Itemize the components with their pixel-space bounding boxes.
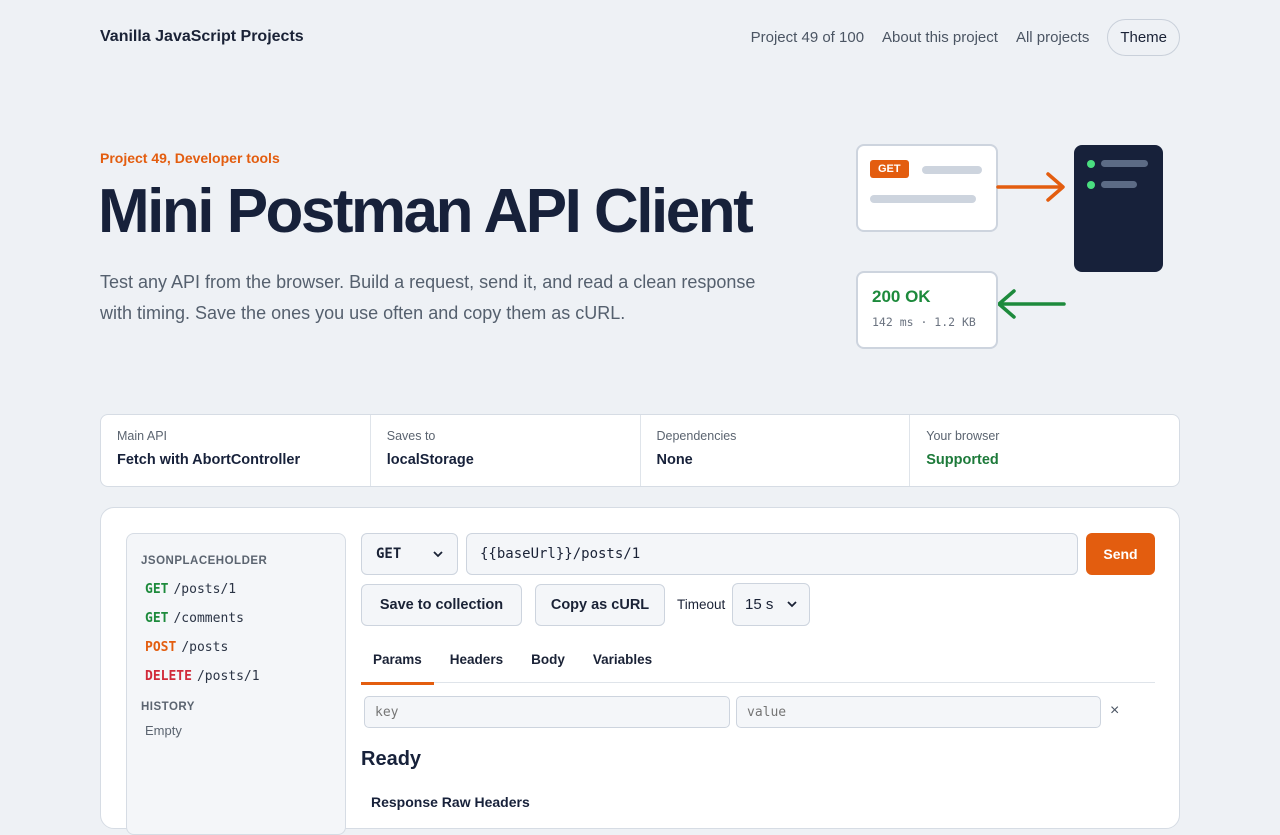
hero-description: Test any API from the browser. Build a r… (100, 272, 756, 323)
method-label: GET (145, 611, 169, 626)
param-value-input[interactable] (736, 696, 1101, 728)
collection-item[interactable]: GET/comments (145, 610, 244, 626)
brand-title[interactable]: Vanilla JavaScript Projects (100, 28, 304, 46)
info-value: Supported (926, 452, 999, 468)
response-meta: 142 ms · 1.2 KB (872, 315, 976, 329)
tab-variables[interactable]: Variables (581, 645, 664, 682)
url-input[interactable] (466, 533, 1078, 575)
collection-item[interactable]: DELETE/posts/1 (145, 668, 260, 684)
about-link[interactable]: About this project (882, 29, 998, 46)
all-projects-link[interactable]: All projects (1016, 29, 1089, 46)
tab-body[interactable]: Body (519, 645, 577, 682)
collections-sidebar: JSONPLACEHOLDER GET/posts/1 GET/comments… (126, 533, 346, 835)
page-title: Mini Postman API Client (98, 177, 754, 246)
response-illustration-card: 200 OK 142 ms · 1.2 KB (856, 271, 998, 349)
request-illustration-card: GET (856, 144, 998, 232)
chevron-down-icon (433, 550, 443, 557)
remove-param-icon[interactable]: × (1110, 702, 1119, 720)
item-path: /comments (173, 611, 244, 626)
status-dot (1087, 181, 1095, 189)
item-path: /posts (181, 640, 229, 655)
method-label: DELETE (145, 669, 192, 684)
theme-button[interactable]: Theme (1107, 18, 1180, 56)
tab-headers[interactable]: Headers (438, 645, 515, 682)
placeholder-bar (870, 195, 976, 203)
method-label: GET (145, 582, 169, 597)
arrow-left-icon (997, 289, 1066, 319)
timeout-value: 15 s (745, 596, 774, 613)
info-browser: Your browser Supported (910, 415, 1179, 486)
method-select[interactable]: GET (361, 533, 458, 575)
server-icon (1074, 145, 1163, 272)
item-path: /posts/1 (173, 582, 237, 597)
item-path: /posts/1 (196, 669, 260, 684)
response-tabs-partial: Response Raw Headers (371, 794, 530, 810)
info-label: Saves to (386, 429, 436, 443)
info-strip: Main API Fetch with AbortController Save… (100, 414, 1180, 487)
history-title: HISTORY (141, 701, 195, 713)
info-value: localStorage (386, 452, 474, 468)
top-nav: Vanilla JavaScript Projects Project 49 o… (100, 0, 1180, 74)
info-value: Fetch with AbortController (117, 452, 301, 468)
info-saves-to: Saves to localStorage (371, 415, 641, 486)
tab-params[interactable]: Params (361, 645, 434, 685)
method-value: GET (376, 546, 402, 562)
send-button[interactable]: Send (1086, 533, 1155, 575)
copy-curl-button[interactable]: Copy as cURL (535, 584, 665, 626)
history-empty: Empty (145, 723, 182, 738)
info-dependencies: Dependencies None (641, 415, 911, 486)
info-label: Your browser (926, 429, 1000, 443)
response-status-heading: Ready (361, 748, 422, 770)
collection-item[interactable]: POST/posts (145, 639, 228, 655)
info-main-api: Main API Fetch with AbortController (101, 415, 371, 486)
timeout-label: Timeout (677, 597, 726, 612)
response-status: 200 OK (872, 287, 931, 306)
param-key-input[interactable] (364, 696, 730, 728)
info-label: Main API (117, 429, 168, 443)
server-line (1101, 181, 1137, 188)
info-label: Dependencies (656, 429, 737, 443)
placeholder-bar (922, 166, 982, 174)
arrow-right-icon (996, 172, 1065, 202)
method-tag: GET (870, 160, 909, 178)
collection-item[interactable]: GET/posts/1 (145, 581, 236, 597)
status-dot (1087, 160, 1095, 168)
timeout-select[interactable]: 15 s (732, 583, 810, 626)
server-line (1101, 160, 1148, 167)
info-value: None (656, 452, 693, 468)
hero-eyebrow: Project 49, Developer tools (100, 150, 280, 166)
method-label: POST (145, 640, 177, 655)
chevron-down-icon (787, 601, 797, 608)
collection-title: JSONPLACEHOLDER (141, 555, 268, 567)
request-tabs: Params Headers Body Variables (361, 645, 1155, 685)
save-to-collection-button[interactable]: Save to collection (361, 584, 522, 626)
api-client-panel: JSONPLACEHOLDER GET/posts/1 GET/comments… (100, 507, 1180, 835)
project-progress-link[interactable]: Project 49 of 100 (751, 29, 864, 46)
nav-links: Project 49 of 100 About this project All… (751, 18, 1180, 56)
